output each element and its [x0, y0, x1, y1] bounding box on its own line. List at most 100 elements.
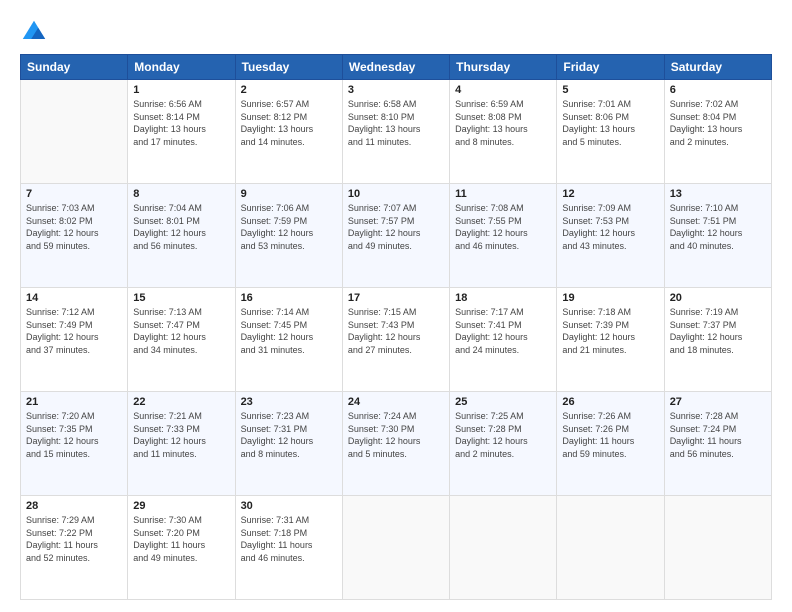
day-number: 19	[562, 292, 658, 304]
calendar-cell: 19 Sunrise: 7:18 AMSunset: 7:39 PMDayligh…	[557, 288, 664, 392]
day-info: Sunrise: 7:21 AMSunset: 7:33 PMDaylight:…	[133, 410, 229, 460]
calendar-cell: 24 Sunrise: 7:24 AMSunset: 7:30 PMDayligh…	[342, 392, 449, 496]
day-number: 4	[455, 84, 551, 96]
calendar-cell: 13 Sunrise: 7:10 AMSunset: 7:51 PMDayligh…	[664, 184, 771, 288]
calendar-week-row: 7 Sunrise: 7:03 AMSunset: 8:02 PMDaylight…	[21, 184, 772, 288]
day-info: Sunrise: 7:25 AMSunset: 7:28 PMDaylight:…	[455, 410, 551, 460]
calendar-week-row: 1 Sunrise: 6:56 AMSunset: 8:14 PMDaylight…	[21, 80, 772, 184]
day-info: Sunrise: 7:24 AMSunset: 7:30 PMDaylight:…	[348, 410, 444, 460]
day-info: Sunrise: 6:59 AMSunset: 8:08 PMDaylight:…	[455, 98, 551, 148]
day-info: Sunrise: 7:08 AMSunset: 7:55 PMDaylight:…	[455, 202, 551, 252]
calendar-cell: 14 Sunrise: 7:12 AMSunset: 7:49 PMDayligh…	[21, 288, 128, 392]
calendar-cell: 30Sunrise: 7:31 AMSunset: 7:18 PMDayligh…	[235, 496, 342, 600]
day-info: Sunrise: 7:07 AMSunset: 7:57 PMDaylight:…	[348, 202, 444, 252]
day-number: 11	[455, 188, 551, 200]
weekday-header-sunday: Sunday	[21, 55, 128, 80]
day-info: Sunrise: 7:14 AMSunset: 7:45 PMDaylight:…	[241, 306, 337, 356]
day-info: Sunrise: 7:02 AMSunset: 8:04 PMDaylight:…	[670, 98, 766, 148]
calendar-cell: 22 Sunrise: 7:21 AMSunset: 7:33 PMDayligh…	[128, 392, 235, 496]
day-number: 17	[348, 292, 444, 304]
day-info: Sunrise: 7:23 AMSunset: 7:31 PMDaylight:…	[241, 410, 337, 460]
calendar-cell	[450, 496, 557, 600]
calendar-cell: 27 Sunrise: 7:28 AMSunset: 7:24 PMDayligh…	[664, 392, 771, 496]
day-info: Sunrise: 7:12 AMSunset: 7:49 PMDaylight:…	[26, 306, 122, 356]
calendar-cell: 18 Sunrise: 7:17 AMSunset: 7:41 PMDayligh…	[450, 288, 557, 392]
calendar-cell: 26 Sunrise: 7:26 AMSunset: 7:26 PMDayligh…	[557, 392, 664, 496]
weekday-header-friday: Friday	[557, 55, 664, 80]
header	[20, 18, 772, 46]
weekday-header-monday: Monday	[128, 55, 235, 80]
day-info: Sunrise: 7:26 AMSunset: 7:26 PMDaylight:…	[562, 410, 658, 460]
day-number: 6	[670, 84, 766, 96]
day-number: 24	[348, 396, 444, 408]
day-number: 16	[241, 292, 337, 304]
calendar-cell: 10 Sunrise: 7:07 AMSunset: 7:57 PMDayligh…	[342, 184, 449, 288]
day-info: Sunrise: 7:29 AMSunset: 7:22 PMDaylight:…	[26, 514, 122, 564]
calendar-cell: 4 Sunrise: 6:59 AMSunset: 8:08 PMDaylight…	[450, 80, 557, 184]
day-number: 2	[241, 84, 337, 96]
day-info: Sunrise: 7:03 AMSunset: 8:02 PMDaylight:…	[26, 202, 122, 252]
day-number: 14	[26, 292, 122, 304]
day-info: Sunrise: 7:28 AMSunset: 7:24 PMDaylight:…	[670, 410, 766, 460]
calendar-cell: 25 Sunrise: 7:25 AMSunset: 7:28 PMDayligh…	[450, 392, 557, 496]
calendar-cell: 7 Sunrise: 7:03 AMSunset: 8:02 PMDaylight…	[21, 184, 128, 288]
day-info: Sunrise: 7:17 AMSunset: 7:41 PMDaylight:…	[455, 306, 551, 356]
calendar-cell: 29Sunrise: 7:30 AMSunset: 7:20 PMDayligh…	[128, 496, 235, 600]
logo-icon	[20, 18, 48, 46]
day-info: Sunrise: 7:01 AMSunset: 8:06 PMDaylight:…	[562, 98, 658, 148]
day-number: 23	[241, 396, 337, 408]
day-info: Sunrise: 7:18 AMSunset: 7:39 PMDaylight:…	[562, 306, 658, 356]
day-info: Sunrise: 7:06 AMSunset: 7:59 PMDaylight:…	[241, 202, 337, 252]
day-info: Sunrise: 7:13 AMSunset: 7:47 PMDaylight:…	[133, 306, 229, 356]
calendar-cell: 23 Sunrise: 7:23 AMSunset: 7:31 PMDayligh…	[235, 392, 342, 496]
calendar-cell: 11 Sunrise: 7:08 AMSunset: 7:55 PMDayligh…	[450, 184, 557, 288]
calendar-cell	[557, 496, 664, 600]
day-info: Sunrise: 7:20 AMSunset: 7:35 PMDaylight:…	[26, 410, 122, 460]
day-number: 27	[670, 396, 766, 408]
calendar-cell: 1 Sunrise: 6:56 AMSunset: 8:14 PMDaylight…	[128, 80, 235, 184]
page: SundayMondayTuesdayWednesdayThursdayFrid…	[0, 0, 792, 612]
calendar-table: SundayMondayTuesdayWednesdayThursdayFrid…	[20, 54, 772, 600]
day-number: 28	[26, 500, 122, 512]
day-number: 3	[348, 84, 444, 96]
day-info: Sunrise: 7:10 AMSunset: 7:51 PMDaylight:…	[670, 202, 766, 252]
calendar-cell: 12 Sunrise: 7:09 AMSunset: 7:53 PMDayligh…	[557, 184, 664, 288]
calendar-week-row: 28 Sunrise: 7:29 AMSunset: 7:22 PMDayligh…	[21, 496, 772, 600]
day-number: 9	[241, 188, 337, 200]
day-number: 12	[562, 188, 658, 200]
calendar-cell	[342, 496, 449, 600]
calendar-cell: 28 Sunrise: 7:29 AMSunset: 7:22 PMDayligh…	[21, 496, 128, 600]
day-number: 7	[26, 188, 122, 200]
calendar-cell: 15 Sunrise: 7:13 AMSunset: 7:47 PMDayligh…	[128, 288, 235, 392]
weekday-header-thursday: Thursday	[450, 55, 557, 80]
day-info: Sunrise: 7:15 AMSunset: 7:43 PMDaylight:…	[348, 306, 444, 356]
calendar-cell: 8Sunrise: 7:04 AMSunset: 8:01 PMDaylight…	[128, 184, 235, 288]
day-number: 5	[562, 84, 658, 96]
calendar-cell: 2 Sunrise: 6:57 AMSunset: 8:12 PMDaylight…	[235, 80, 342, 184]
day-number: 15	[133, 292, 229, 304]
calendar-cell: 5 Sunrise: 7:01 AMSunset: 8:06 PMDaylight…	[557, 80, 664, 184]
day-info: Sunrise: 7:09 AMSunset: 7:53 PMDaylight:…	[562, 202, 658, 252]
calendar-cell: 21 Sunrise: 7:20 AMSunset: 7:35 PMDayligh…	[21, 392, 128, 496]
day-number: 26	[562, 396, 658, 408]
day-number: 1	[133, 84, 229, 96]
day-number: 29	[133, 500, 229, 512]
day-info: Sunrise: 6:57 AMSunset: 8:12 PMDaylight:…	[241, 98, 337, 148]
day-number: 25	[455, 396, 551, 408]
day-number: 18	[455, 292, 551, 304]
day-number: 10	[348, 188, 444, 200]
calendar-cell	[664, 496, 771, 600]
day-info: Sunrise: 6:56 AMSunset: 8:14 PMDaylight:…	[133, 98, 229, 148]
logo	[20, 18, 52, 46]
day-number: 22	[133, 396, 229, 408]
calendar-cell: 9 Sunrise: 7:06 AMSunset: 7:59 PMDaylight…	[235, 184, 342, 288]
day-info: Sunrise: 7:04 AMSunset: 8:01 PMDaylight:…	[133, 202, 229, 252]
day-info: Sunrise: 6:58 AMSunset: 8:10 PMDaylight:…	[348, 98, 444, 148]
calendar-cell: 3 Sunrise: 6:58 AMSunset: 8:10 PMDaylight…	[342, 80, 449, 184]
calendar-cell: 17 Sunrise: 7:15 AMSunset: 7:43 PMDayligh…	[342, 288, 449, 392]
day-number: 13	[670, 188, 766, 200]
weekday-header-tuesday: Tuesday	[235, 55, 342, 80]
day-number: 21	[26, 396, 122, 408]
weekday-header-row: SundayMondayTuesdayWednesdayThursdayFrid…	[21, 55, 772, 80]
calendar-week-row: 14 Sunrise: 7:12 AMSunset: 7:49 PMDayligh…	[21, 288, 772, 392]
